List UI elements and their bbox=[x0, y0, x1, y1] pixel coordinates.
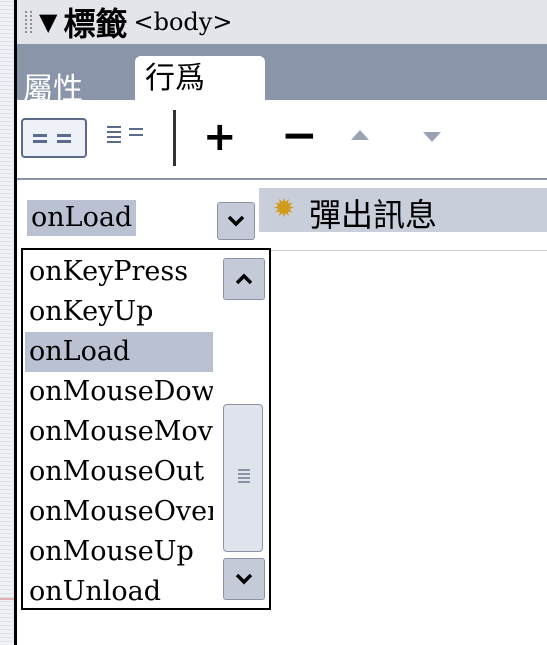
tab-behaviors[interactable]: 行爲 bbox=[135, 56, 265, 100]
list-item[interactable]: onMouseOut bbox=[25, 452, 213, 492]
chevron-down-icon bbox=[235, 573, 253, 585]
selected-tag: <body> bbox=[133, 8, 233, 36]
toolbar-divider bbox=[173, 110, 176, 166]
scroll-up-button[interactable] bbox=[223, 258, 265, 300]
scrollbar-thumb[interactable] bbox=[223, 404, 263, 552]
panel-title-bar[interactable]: ▼ 標籤 <body> bbox=[17, 0, 547, 45]
remove-behavior-icon[interactable]: − bbox=[281, 110, 318, 161]
scroll-down-button[interactable] bbox=[223, 558, 265, 600]
event-value: onLoad bbox=[27, 200, 137, 236]
row-divider bbox=[259, 250, 547, 251]
behavior-gear-icon: ✹ bbox=[273, 194, 295, 224]
chevron-up-icon bbox=[235, 273, 253, 285]
chevron-down-icon bbox=[227, 215, 245, 227]
red-guide-line bbox=[0, 598, 14, 600]
panel-title: 標籤 bbox=[63, 5, 128, 43]
list-item-selected[interactable]: onLoad bbox=[25, 332, 213, 372]
add-behavior-icon[interactable]: + bbox=[203, 114, 237, 160]
action-cell[interactable]: ✹ 彈出訊息 bbox=[259, 188, 547, 234]
collapse-triangle-icon[interactable]: ▼ bbox=[39, 8, 57, 36]
left-ruler-strip bbox=[0, 0, 14, 645]
list-item[interactable]: onUnload bbox=[25, 572, 213, 612]
list-item[interactable]: onMouseDown bbox=[25, 372, 213, 412]
list-item[interactable]: onKeyPress bbox=[25, 252, 213, 292]
event-dropdown-list[interactable]: onKeyPress onKeyUp onLoad onMouseDown on… bbox=[21, 248, 271, 610]
behaviors-panel: ▼ 標籤 <body> 屬性 行爲 + − onLoad ✹ 彈出訊息 onKe… bbox=[14, 0, 547, 645]
list-item[interactable]: onMouseUp bbox=[25, 532, 213, 572]
grip-icon[interactable] bbox=[25, 8, 35, 36]
show-all-events-icon[interactable] bbox=[101, 118, 153, 154]
behaviors-toolbar: + − bbox=[17, 100, 547, 180]
show-set-events-icon[interactable] bbox=[21, 118, 87, 158]
thumb-grip-icon bbox=[238, 469, 250, 483]
panel-tab-bar: 屬性 行爲 bbox=[17, 44, 547, 107]
action-label: 彈出訊息 bbox=[309, 196, 438, 234]
list-item[interactable]: onMouseMove bbox=[25, 412, 213, 452]
list-item[interactable]: onMouseOver bbox=[25, 492, 213, 532]
behavior-row[interactable]: onLoad ✹ 彈出訊息 bbox=[17, 180, 547, 251]
move-down-icon[interactable] bbox=[423, 132, 441, 142]
move-up-icon[interactable] bbox=[351, 130, 369, 140]
dropdown-scrollbar[interactable] bbox=[219, 252, 267, 606]
tab-attributes[interactable]: 屬性 bbox=[23, 64, 83, 107]
event-select[interactable]: onLoad bbox=[21, 188, 257, 240]
dropdown-arrow-button[interactable] bbox=[217, 202, 255, 240]
list-item[interactable]: onKeyUp bbox=[25, 292, 213, 332]
